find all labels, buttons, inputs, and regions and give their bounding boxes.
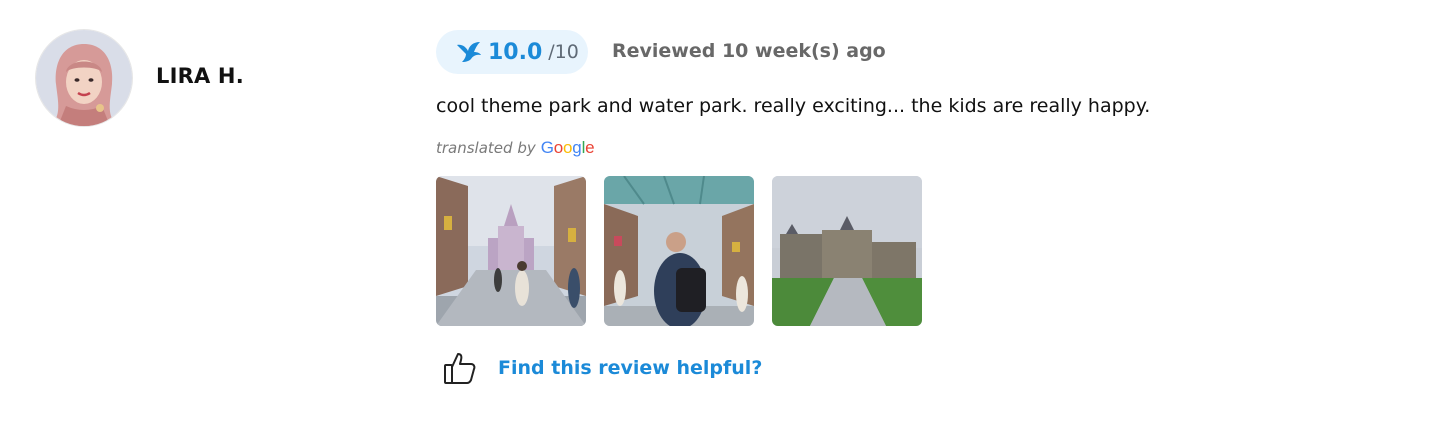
rating-score: 10.0 <box>488 39 543 65</box>
helpful-label: Find this review helpful? <box>498 357 763 379</box>
review-photos <box>436 176 922 326</box>
google-logo: Google <box>540 138 595 157</box>
review-photo-3[interactable] <box>772 176 922 326</box>
helpful-button[interactable]: Find this review helpful? <box>442 350 762 386</box>
rating-max: /10 <box>548 41 579 63</box>
review-card: LIRA H. 10.0 /10 Reviewed 10 week(s) ago… <box>0 0 1441 423</box>
review-photo-1[interactable] <box>436 176 586 326</box>
translation-attribution: translated by Google <box>436 138 595 158</box>
rating-badge: 10.0 /10 <box>436 30 588 74</box>
review-photo-2[interactable] <box>604 176 754 326</box>
review-time: Reviewed 10 week(s) ago <box>612 40 886 62</box>
reviewer-name: LIRA H. <box>156 64 244 88</box>
reviewer-avatar[interactable] <box>36 30 132 126</box>
thumbs-up-icon <box>444 353 476 384</box>
review-text: cool theme park and water park. really e… <box>436 95 1151 117</box>
bird-icon <box>457 42 481 62</box>
translated-by-label: translated by <box>436 139 536 157</box>
